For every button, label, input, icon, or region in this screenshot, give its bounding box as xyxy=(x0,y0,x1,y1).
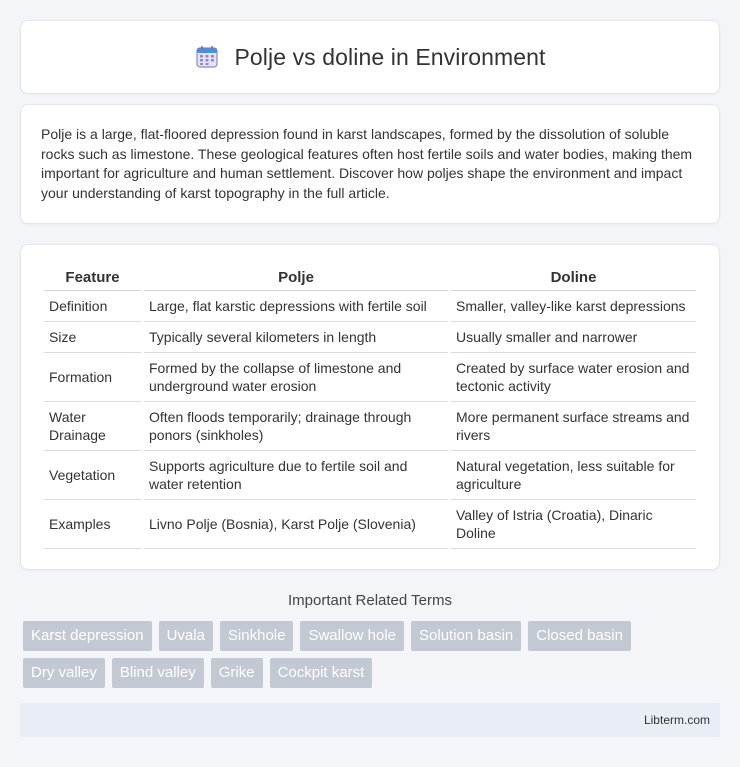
comparison-table: Feature Polje Doline Definition Large, f… xyxy=(41,265,699,549)
related-term-tag[interactable]: Sinkhole xyxy=(219,621,294,651)
feature-cell: Formation xyxy=(44,353,141,402)
related-term-tag[interactable]: Cockpit karst xyxy=(269,658,373,688)
doline-cell: Natural vegetation, less suitable for ag… xyxy=(451,451,696,500)
page-title: Polje vs doline in Environment xyxy=(234,43,546,70)
column-header-polje: Polje xyxy=(144,265,448,291)
intro-text: Polje is a large, flat-floored depressio… xyxy=(41,126,693,201)
column-header-feature: Feature xyxy=(44,265,141,291)
doline-cell: Usually smaller and narrower xyxy=(451,322,696,353)
doline-cell: Smaller, valley-like karst depressions xyxy=(451,291,696,322)
header-card: Polje vs doline in Environment xyxy=(20,20,720,94)
intro-card: Polje is a large, flat-floored depressio… xyxy=(20,104,720,224)
table-header-row: Feature Polje Doline xyxy=(44,265,696,291)
table-row: Vegetation Supports agriculture due to f… xyxy=(44,451,696,500)
related-term-tag[interactable]: Swallow hole xyxy=(300,621,405,651)
comparison-table-card: Feature Polje Doline Definition Large, f… xyxy=(20,244,720,570)
table-row: Size Typically several kilometers in len… xyxy=(44,322,696,353)
related-term-tag[interactable]: Solution basin xyxy=(411,621,522,651)
polje-cell: Often floods temporarily; drainage throu… xyxy=(144,402,448,451)
related-terms-title: Important Related Terms xyxy=(288,592,452,609)
related-term-tag[interactable]: Uvala xyxy=(158,621,213,651)
page: Polje vs doline in Environment Polje is … xyxy=(0,0,740,767)
table-row: Examples Livno Polje (Bosnia), Karst Pol… xyxy=(44,500,696,549)
table-row: Water Drainage Often floods temporarily;… xyxy=(44,402,696,451)
feature-cell: Vegetation xyxy=(44,451,141,500)
feature-cell: Water Drainage xyxy=(44,402,141,451)
doline-cell: More permanent surface streams and river… xyxy=(451,402,696,451)
polje-cell: Large, flat karstic depressions with fer… xyxy=(144,291,448,322)
doline-cell: Created by surface water erosion and tec… xyxy=(451,353,696,402)
calendar-icon xyxy=(194,44,220,70)
footer: Libterm.com xyxy=(20,703,720,737)
related-term-tag[interactable]: Closed basin xyxy=(528,621,631,651)
column-header-doline: Doline xyxy=(451,265,696,291)
related-term-tag[interactable]: Blind valley xyxy=(111,658,204,688)
related-term-tag[interactable]: Dry valley xyxy=(23,658,105,688)
feature-cell: Size xyxy=(44,322,141,353)
related-term-tag[interactable]: Grike xyxy=(210,658,263,688)
feature-cell: Definition xyxy=(44,291,141,322)
table-row: Formation Formed by the collapse of lime… xyxy=(44,353,696,402)
related-terms-list: Karst depression Uvala Sinkhole Swallow … xyxy=(20,621,720,688)
polje-cell: Supports agriculture due to fertile soil… xyxy=(144,451,448,500)
footer-site-link[interactable]: Libterm.com xyxy=(644,713,710,727)
feature-cell: Examples xyxy=(44,500,141,549)
polje-cell: Livno Polje (Bosnia), Karst Polje (Slove… xyxy=(144,500,448,549)
polje-cell: Typically several kilometers in length xyxy=(144,322,448,353)
table-row: Definition Large, flat karstic depressio… xyxy=(44,291,696,322)
related-term-tag[interactable]: Karst depression xyxy=(23,621,152,651)
doline-cell: Valley of Istria (Croatia), Dinaric Doli… xyxy=(451,500,696,549)
polje-cell: Formed by the collapse of limestone and … xyxy=(144,353,448,402)
